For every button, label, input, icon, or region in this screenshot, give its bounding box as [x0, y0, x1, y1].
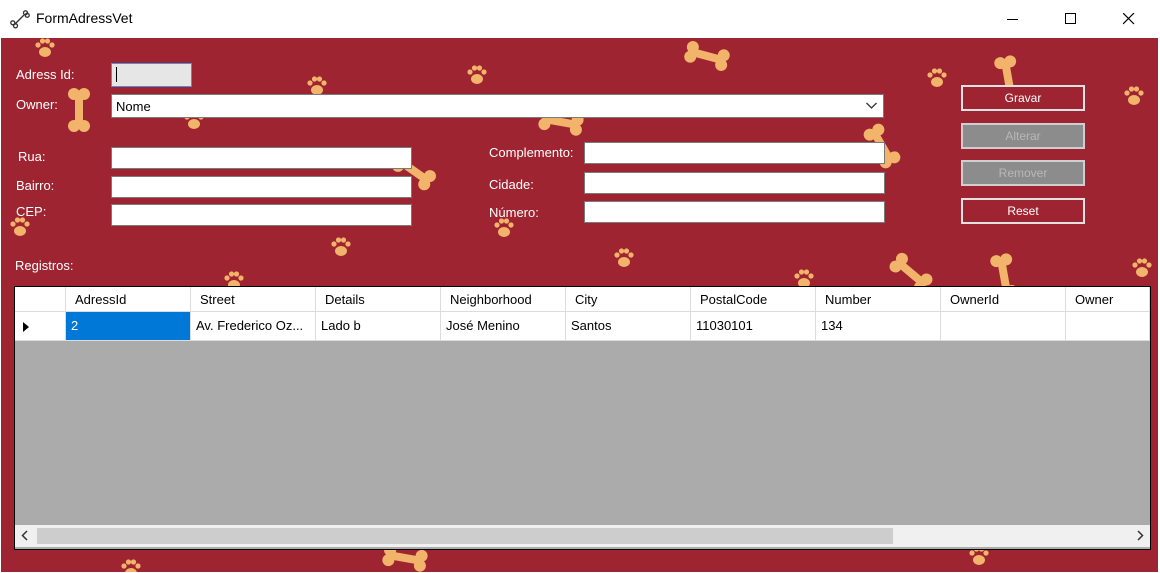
- rua-field[interactable]: [111, 147, 412, 169]
- form-client-area: Adress Id: Owner: Nome Rua: Bairro: CEP:…: [1, 38, 1158, 572]
- row-header-corner: [15, 287, 66, 312]
- column-header-street[interactable]: Street: [191, 287, 316, 312]
- complemento-label: Complemento:: [489, 145, 574, 160]
- window-title: FormAdressVet: [36, 10, 133, 26]
- scrollbar-thumb[interactable]: [37, 528, 893, 544]
- column-header-details[interactable]: Details: [316, 287, 441, 312]
- scroll-left-icon[interactable]: [21, 530, 29, 541]
- close-button[interactable]: [1100, 0, 1158, 38]
- owner-combobox[interactable]: Nome: [111, 94, 884, 118]
- bairro-field[interactable]: [111, 176, 412, 198]
- close-icon: [1123, 13, 1135, 25]
- cidade-label: Cidade:: [489, 177, 534, 192]
- cell-neighborhood[interactable]: José Menino: [441, 312, 566, 341]
- column-header-city[interactable]: City: [566, 287, 691, 312]
- cell-adressid[interactable]: 2: [66, 312, 191, 341]
- minimize-icon: [1007, 19, 1018, 20]
- cell-postalcode[interactable]: 11030101: [691, 312, 816, 341]
- bone-app-icon: [10, 10, 30, 29]
- column-header-adressid[interactable]: AdressId: [66, 287, 191, 312]
- cidade-field[interactable]: [584, 172, 885, 194]
- adress-id-field[interactable]: [111, 63, 192, 87]
- complemento-field[interactable]: [584, 142, 885, 164]
- registros-data-grid[interactable]: AdressId Street Details Neighborhood Cit…: [14, 286, 1151, 550]
- adress-id-label: Adress Id:: [16, 67, 75, 82]
- owner-selected-value: Nome: [116, 99, 151, 114]
- scroll-right-icon[interactable]: [1136, 530, 1144, 541]
- column-header-postalcode[interactable]: PostalCode: [691, 287, 816, 312]
- cell-details[interactable]: Lado b: [316, 312, 441, 341]
- column-header-number[interactable]: Number: [816, 287, 941, 312]
- table-row[interactable]: 2 Av. Frederico Oz... Lado b José Menino…: [15, 312, 1150, 341]
- maximize-button[interactable]: [1042, 0, 1100, 38]
- minimize-button[interactable]: [984, 0, 1042, 38]
- grid-header-row: AdressId Street Details Neighborhood Cit…: [15, 287, 1150, 312]
- rua-label: Rua:: [18, 149, 46, 164]
- cell-owner[interactable]: [1066, 312, 1150, 341]
- title-bar: FormAdressVet: [0, 0, 1160, 38]
- remover-button[interactable]: Remover: [961, 160, 1085, 186]
- chevron-down-icon: [866, 102, 877, 109]
- cell-ownerid[interactable]: [941, 312, 1066, 341]
- column-header-neighborhood[interactable]: Neighborhood: [441, 287, 566, 312]
- bairro-label: Bairro:: [16, 178, 55, 193]
- cep-field[interactable]: [111, 204, 412, 226]
- reset-button[interactable]: Reset: [961, 198, 1085, 224]
- gravar-button[interactable]: Gravar: [961, 85, 1085, 111]
- horizontal-scrollbar[interactable]: [15, 525, 1150, 547]
- owner-label: Owner:: [16, 97, 58, 112]
- registros-label: Registros:: [15, 258, 74, 273]
- cell-city[interactable]: Santos: [566, 312, 691, 341]
- cell-street[interactable]: Av. Frederico Oz...: [191, 312, 316, 341]
- maximize-icon: [1065, 13, 1076, 24]
- row-header[interactable]: [15, 312, 66, 341]
- numero-label: Número:: [489, 205, 539, 220]
- cell-number[interactable]: 134: [816, 312, 941, 341]
- column-header-owner[interactable]: Owner: [1066, 287, 1150, 312]
- cep-label: CEP:: [16, 204, 47, 219]
- alterar-button[interactable]: Alterar: [961, 123, 1085, 149]
- numero-field[interactable]: [584, 201, 885, 223]
- text-caret: [116, 67, 117, 82]
- current-row-arrow-icon: [23, 322, 29, 332]
- column-header-ownerid[interactable]: OwnerId: [941, 287, 1066, 312]
